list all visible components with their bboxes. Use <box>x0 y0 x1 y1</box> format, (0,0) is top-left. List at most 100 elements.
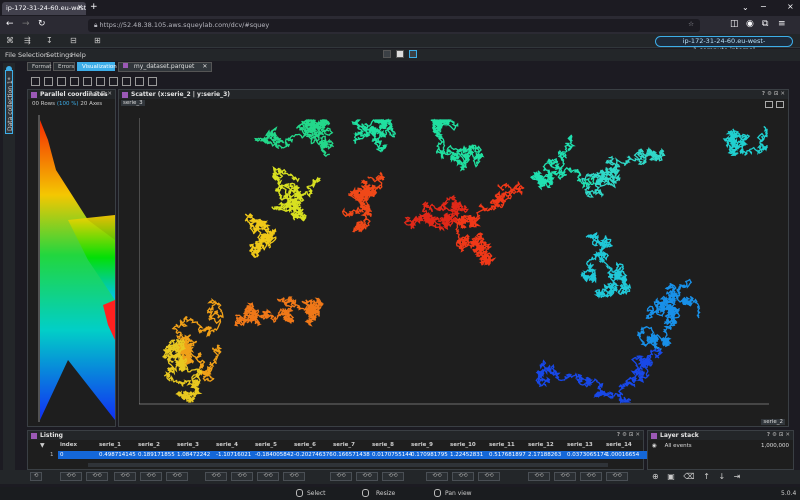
col-serie-14[interactable]: serie_14 <box>606 442 632 448</box>
col-serie-12[interactable]: serie_12 <box>528 442 554 448</box>
layer-row[interactable]: ◉ All events 1,000,000 <box>652 443 789 452</box>
bottom-btn-17[interactable]: ⟲⟲ <box>554 472 576 481</box>
url-text: https://52.48.38.105.aws.squeylab.com/dc… <box>99 21 270 29</box>
toolbar-icon-5[interactable]: ⊞ <box>94 36 101 45</box>
mode-split-icon[interactable] <box>409 50 417 58</box>
col-serie-10[interactable]: serie_10 <box>450 442 476 448</box>
col-serie-8[interactable]: serie_8 <box>372 442 394 448</box>
scatter-plot[interactable] <box>139 118 769 408</box>
col-serie-7[interactable]: serie_7 <box>333 442 355 448</box>
scatter-y-axis-label[interactable]: serie_3 <box>121 100 145 106</box>
scatter-x-axis-label[interactable]: serie_2 <box>761 419 785 425</box>
crumb-visualization[interactable]: Visualization <box>77 62 117 71</box>
minimize-icon[interactable]: − <box>760 2 767 11</box>
new-tab-icon[interactable]: + <box>90 2 98 12</box>
crumb-errors[interactable]: Errors <box>53 62 75 71</box>
toolbar-icon-4[interactable]: ⊟ <box>70 36 77 45</box>
scatter-export-icon[interactable] <box>776 101 784 108</box>
bottom-btn-16[interactable]: ⟲⟲ <box>528 472 550 481</box>
col-index[interactable]: index <box>60 442 77 448</box>
dataset-tab[interactable]: my_dataset.parquet ✕ <box>118 62 213 72</box>
col-serie-13[interactable]: serie_13 <box>567 442 593 448</box>
extensions-icon[interactable]: ⧉ <box>762 19 768 29</box>
view-line-icon[interactable] <box>83 77 92 86</box>
toolbar-icon-3[interactable]: ↧ <box>46 36 53 45</box>
bottom-btn-9[interactable]: ⟲⟲ <box>283 472 305 481</box>
layer-title: Layer stack <box>660 432 699 439</box>
view-table-icon[interactable] <box>70 77 79 86</box>
bottom-btn-12[interactable]: ⟲⟲ <box>382 472 404 481</box>
account-icon[interactable]: ◉ <box>746 19 754 29</box>
tab-list-icon[interactable]: ⌄ <box>742 3 749 12</box>
reload-icon[interactable]: ↻ <box>38 19 46 29</box>
layer-visibility-icon[interactable]: ◉ <box>652 443 657 449</box>
bottom-btn-19[interactable]: ⟲⟲ <box>606 472 628 481</box>
table-row[interactable]: 0 0.498714145 0.189171855 1.08472242 -1.… <box>58 451 668 459</box>
col-serie-2[interactable]: serie_2 <box>138 442 160 448</box>
view-histogram-icon[interactable] <box>57 77 66 86</box>
view-scatter-icon[interactable] <box>96 77 105 86</box>
pocket-icon[interactable]: ◫ <box>730 19 739 29</box>
bottom-btn-15[interactable]: ⟲⟲ <box>478 472 500 481</box>
server-pill[interactable]: ip-172-31-24-60.eu-west-1.compute.intern… <box>655 36 793 54</box>
close-tab-icon[interactable]: × <box>77 3 83 11</box>
close-dataset-icon[interactable]: ✕ <box>202 63 207 70</box>
parallel-coordinates-panel: Parallel coordinates ? ⚙ ⊡ ✕ 00 Rows (10… <box>27 89 116 427</box>
view-listing-icon[interactable] <box>31 77 40 86</box>
bottom-btn-10[interactable]: ⟲⟲ <box>330 472 352 481</box>
layer-tool-icons[interactable]: ⊕ ▣ ⌫ ↑ ↓ ⇥ <box>652 472 743 481</box>
forward-icon[interactable]: → <box>22 19 30 29</box>
browser-tab[interactable]: ip-172-31-24-60.eu-west-1 × <box>2 2 86 15</box>
bottom-btn-14[interactable]: ⟲⟲ <box>452 472 474 481</box>
view-grid-icon[interactable] <box>135 77 144 86</box>
bottom-btn-18[interactable]: ⟲⟲ <box>580 472 602 481</box>
mode-grid-icon[interactable] <box>383 50 391 58</box>
bottom-refresh-icon[interactable]: ⟲ <box>30 472 42 481</box>
col-serie-6[interactable]: serie_6 <box>294 442 316 448</box>
bottom-btn-3[interactable]: ⟲⟲ <box>114 472 136 481</box>
mode-single-icon[interactable] <box>396 50 404 58</box>
toolbar-icon-2[interactable]: ⇶ <box>24 36 31 45</box>
col-serie-4[interactable]: serie_4 <box>216 442 238 448</box>
bottom-btn-6[interactable]: ⟲⟲ <box>205 472 227 481</box>
scatter-controls[interactable]: ? ⚙ ⊡ ✕ <box>762 91 785 97</box>
parallel-controls[interactable]: ? ⚙ ⊡ ✕ <box>89 91 112 97</box>
menu-icon[interactable]: ≡ <box>778 19 786 29</box>
bottom-btn-8[interactable]: ⟲⟲ <box>257 472 279 481</box>
view-python-icon[interactable] <box>148 77 157 86</box>
bottom-btn-5[interactable]: ⟲⟲ <box>166 472 188 481</box>
scatter-zoom-icon[interactable] <box>765 101 773 108</box>
view-tree-icon[interactable] <box>109 77 118 86</box>
bottom-btn-13[interactable]: ⟲⟲ <box>426 472 448 481</box>
col-serie-11[interactable]: serie_11 <box>489 442 515 448</box>
menu-selection[interactable]: Selection <box>18 51 48 59</box>
bottom-btn-11[interactable]: ⟲⟲ <box>356 472 378 481</box>
bottom-btn-2[interactable]: ⟲⟲ <box>86 472 108 481</box>
menu-settings[interactable]: Settings <box>46 51 73 59</box>
col-serie-3[interactable]: serie_3 <box>177 442 199 448</box>
menu-file[interactable]: File <box>5 51 16 59</box>
data-collection-tab[interactable]: Data collection 1* <box>5 70 14 134</box>
bottom-btn-1[interactable]: ⟲⟲ <box>60 472 82 481</box>
bookmark-star-icon[interactable]: ☆ <box>688 20 694 28</box>
layer-controls[interactable]: ? ⚙ ⊡ ✕ <box>767 432 790 438</box>
browser-tab-title: ip-172-31-24-60.eu-west-1 <box>6 4 86 12</box>
close-window-icon[interactable]: × <box>787 2 794 11</box>
col-serie-5[interactable]: serie_5 <box>255 442 277 448</box>
col-serie-9[interactable]: serie_9 <box>411 442 433 448</box>
url-bar[interactable]: 🔒︎ https://52.48.38.105.aws.squeylab.com… <box>88 19 700 32</box>
listing-sort-icon[interactable]: ▼ <box>40 442 45 449</box>
parallel-plot[interactable] <box>28 110 117 428</box>
col-serie-1[interactable]: serie_1 <box>99 442 121 448</box>
menu-help[interactable]: Help <box>71 51 86 59</box>
view-layers-icon[interactable] <box>122 77 131 86</box>
cell-serie-13: 0.0373065174 <box>567 452 608 458</box>
bottom-btn-4[interactable]: ⟲⟲ <box>140 472 162 481</box>
listing-controls[interactable]: ? ⚙ ⊡ ✕ <box>617 432 640 438</box>
toolbar-icon-1[interactable]: ⌘ <box>6 36 14 45</box>
view-chart-icon[interactable] <box>44 77 53 86</box>
bottom-btn-7[interactable]: ⟲⟲ <box>231 472 253 481</box>
back-icon[interactable]: ← <box>6 19 14 29</box>
crumb-format[interactable]: Format <box>27 62 51 71</box>
listing-scrollbar[interactable] <box>88 463 608 467</box>
